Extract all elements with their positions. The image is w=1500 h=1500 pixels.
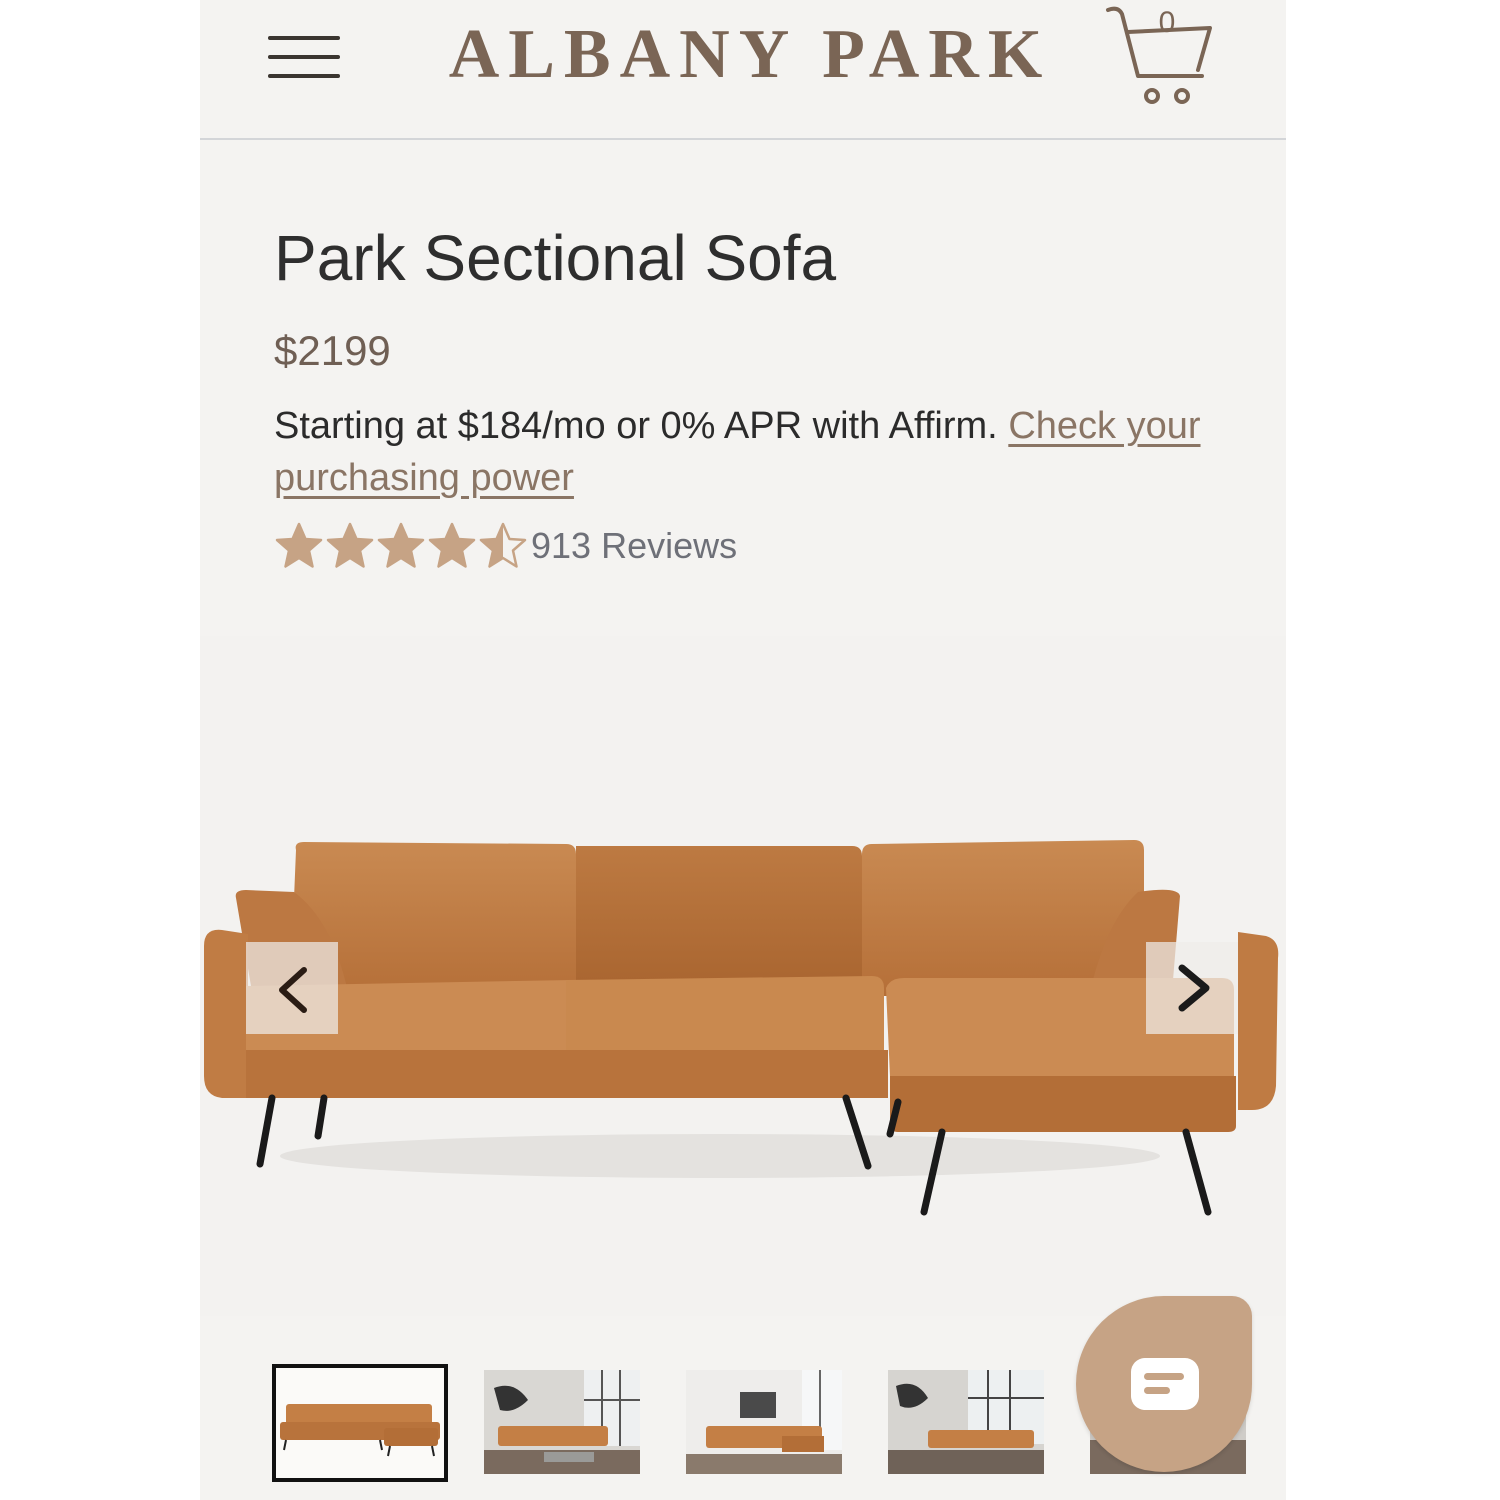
star-full-icon: [275, 522, 323, 568]
cart-count: 0: [1158, 6, 1176, 39]
star-half-icon: [479, 522, 527, 568]
product-price: $2199: [274, 327, 391, 374]
thumbnail-1[interactable]: [272, 1364, 448, 1482]
thumbnail-4[interactable]: [888, 1370, 1044, 1474]
product-rating[interactable]: 913 Reviews: [274, 518, 737, 574]
site-header: ALBANY PARK 0: [200, 0, 1286, 140]
chat-bubble-icon: [1131, 1358, 1199, 1410]
star-full-icon: [326, 522, 374, 568]
thumbnail-room-image: [888, 1370, 1044, 1474]
carousel-next-button[interactable]: [1146, 942, 1238, 1034]
thumbnail-2[interactable]: [484, 1370, 640, 1474]
hamburger-menu-icon[interactable]: [268, 36, 340, 78]
shopping-cart-icon[interactable]: 0: [1102, 0, 1220, 110]
thumbnail-sofa-image: [276, 1368, 444, 1478]
product-image-carousel[interactable]: [200, 636, 1286, 1316]
thumbnail-room-image: [484, 1370, 640, 1474]
chat-button[interactable]: [1076, 1296, 1252, 1472]
thumbnail-room-image: [686, 1370, 842, 1474]
chevron-right-icon: [1178, 964, 1210, 1012]
brand-logo[interactable]: ALBANY PARK: [380, 20, 1120, 90]
star-full-icon: [428, 522, 476, 568]
rating-stars: [274, 521, 529, 571]
financing-info: Starting at $184/mo or 0% APR with Affir…: [274, 400, 1234, 504]
reviews-count[interactable]: 913 Reviews: [531, 525, 737, 567]
thumbnail-3[interactable]: [686, 1370, 842, 1474]
product-page: ALBANY PARK 0 Park Sectional Sofa $2199 …: [200, 0, 1286, 1500]
product-title: Park Sectional Sofa: [274, 222, 837, 294]
sofa-image: [204, 840, 1279, 1216]
financing-text: Starting at $184/mo or 0% APR with Affir…: [274, 405, 1009, 447]
chevron-left-icon: [279, 967, 307, 1013]
star-full-icon: [377, 522, 425, 568]
carousel-prev-button[interactable]: [246, 942, 338, 1034]
